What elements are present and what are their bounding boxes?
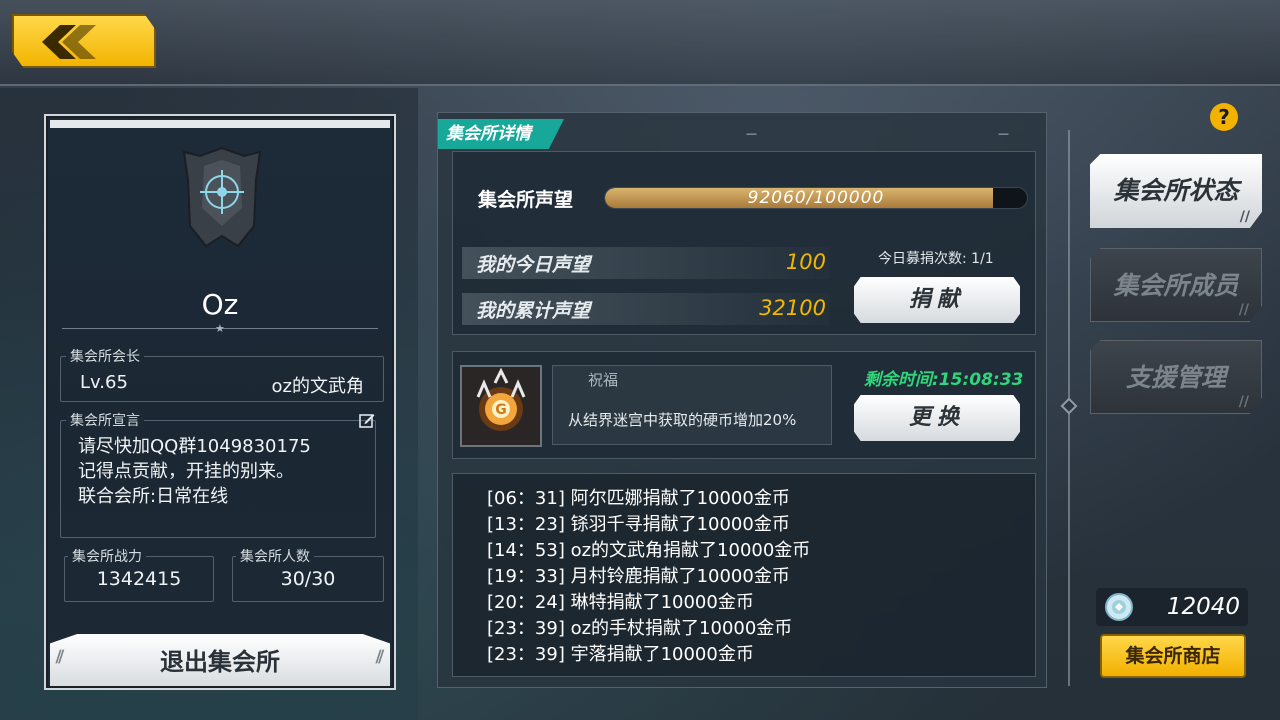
today-reputation-row: 我的今日声望 100 — [462, 247, 830, 279]
today-reputation-value: 100 — [785, 250, 826, 274]
log-line: [20：24] 琳特捐献了10000金币 — [487, 592, 754, 613]
donate-count: 今日募捐次数: 1/1 — [878, 251, 994, 267]
change-button[interactable]: 更换 — [854, 395, 1020, 441]
currency-value: 12040 — [1166, 594, 1240, 620]
back-button[interactable] — [12, 14, 156, 68]
blessing-description: 从结界迷宫中获取的硬币增加20% — [568, 411, 797, 429]
guild-emblem-icon — [182, 146, 262, 248]
guild-coin-icon — [1105, 593, 1133, 621]
guild-shop-button[interactable]: 集会所商店 — [1100, 634, 1246, 678]
guild-info-card: Oz ★ 集会所会长 Lv.65 oz的文武角 集会所宣言 请尽快加QQ群104… — [44, 114, 396, 690]
leader-level: Lv.65 — [80, 372, 128, 393]
right-deco-icon: ⫽ — [375, 647, 384, 668]
reputation-bar: 92060/100000 — [604, 187, 1028, 209]
tab-guild-status[interactable]: 集会所状态 // — [1090, 154, 1262, 228]
currency-display: 12040 — [1096, 588, 1248, 626]
slash-deco-icon: // — [1238, 302, 1249, 318]
detail-tab: 集会所详情 — [438, 119, 564, 149]
today-reputation-label: 我的今日声望 — [476, 254, 591, 276]
power-label: 集会所战力 — [68, 546, 146, 566]
tab-deco-right-icon: — — [998, 127, 1009, 140]
exit-guild-label: 退出集会所 — [160, 648, 280, 676]
total-reputation-value: 32100 — [759, 296, 826, 320]
exit-guild-button[interactable]: ⫽ 退出集会所 ⫽ — [50, 634, 390, 686]
total-reputation-label: 我的累计声望 — [476, 300, 591, 322]
tab-support-management[interactable]: 支援管理 // — [1090, 340, 1262, 414]
slash-deco-icon: // — [1238, 394, 1249, 410]
members-label: 集会所人数 — [236, 546, 314, 566]
log-line: [13：23] 铩羽千寻捐献了10000金币 — [487, 514, 790, 535]
donate-button[interactable]: 捐献 — [854, 277, 1020, 323]
reputation-label: 集会所声望 — [478, 189, 574, 211]
guild-name: Oz — [201, 288, 239, 321]
blessing-coin-icon: G — [460, 365, 542, 447]
members-value: 30/30 — [280, 568, 336, 590]
tab-support-management-label: 支援管理 — [1125, 363, 1226, 392]
log-line: [06：31] 阿尔匹娜捐献了10000金币 — [487, 488, 790, 509]
reputation-value: 92060/100000 — [747, 188, 885, 208]
tab-guild-members[interactable]: 集会所成员 // — [1090, 248, 1262, 322]
divider-star-icon: ★ — [215, 322, 225, 335]
guild-detail-panel: 集会所详情 — — 集会所声望 92060/100000 我的今日声望 100 … — [437, 112, 1047, 688]
card-top-line — [50, 120, 390, 128]
help-icon[interactable]: ? — [1210, 103, 1238, 131]
declaration-label: 集会所宣言 — [66, 410, 144, 430]
sidebar-diamond-icon — [1060, 397, 1078, 415]
declaration-text: 请尽快加QQ群1049830175 记得点贡献，开挂的别来。 联合会所:日常在线 — [78, 436, 311, 507]
donation-log[interactable]: [06：31] 阿尔匹娜捐献了10000金币 [13：23] 铩羽千寻捐献了10… — [452, 473, 1036, 677]
leader-name: oz的文武角 — [271, 376, 364, 397]
blessing-title: 祝福 — [588, 371, 619, 389]
log-line: [23：39] 宇落捐献了10000金币 — [487, 644, 754, 665]
tab-guild-members-label: 集会所成员 — [1113, 271, 1239, 300]
svg-text:G: G — [495, 402, 507, 418]
left-deco-icon: ⫽ — [56, 647, 65, 668]
remaining-time: 剩余时间:15:08:33 — [864, 370, 1024, 390]
edit-icon[interactable] — [359, 412, 375, 428]
log-line: [14：53] oz的文武角捐献了10000金币 — [487, 540, 811, 561]
log-line: [19：33] 月村铃鹿捐献了10000金币 — [487, 566, 790, 587]
slash-deco-icon: // — [1239, 209, 1250, 225]
leader-label: 集会所会长 — [66, 346, 144, 366]
log-line: [23：39] oz的手杖捐献了10000金币 — [487, 618, 793, 639]
power-value: 1342415 — [96, 568, 182, 590]
total-reputation-row: 我的累计声望 32100 — [462, 293, 830, 325]
top-bar — [0, 0, 1280, 86]
tab-deco-left-icon: — — [746, 127, 757, 140]
tab-guild-status-label: 集会所状态 — [1113, 176, 1239, 205]
back-arrow-icon — [42, 25, 96, 59]
